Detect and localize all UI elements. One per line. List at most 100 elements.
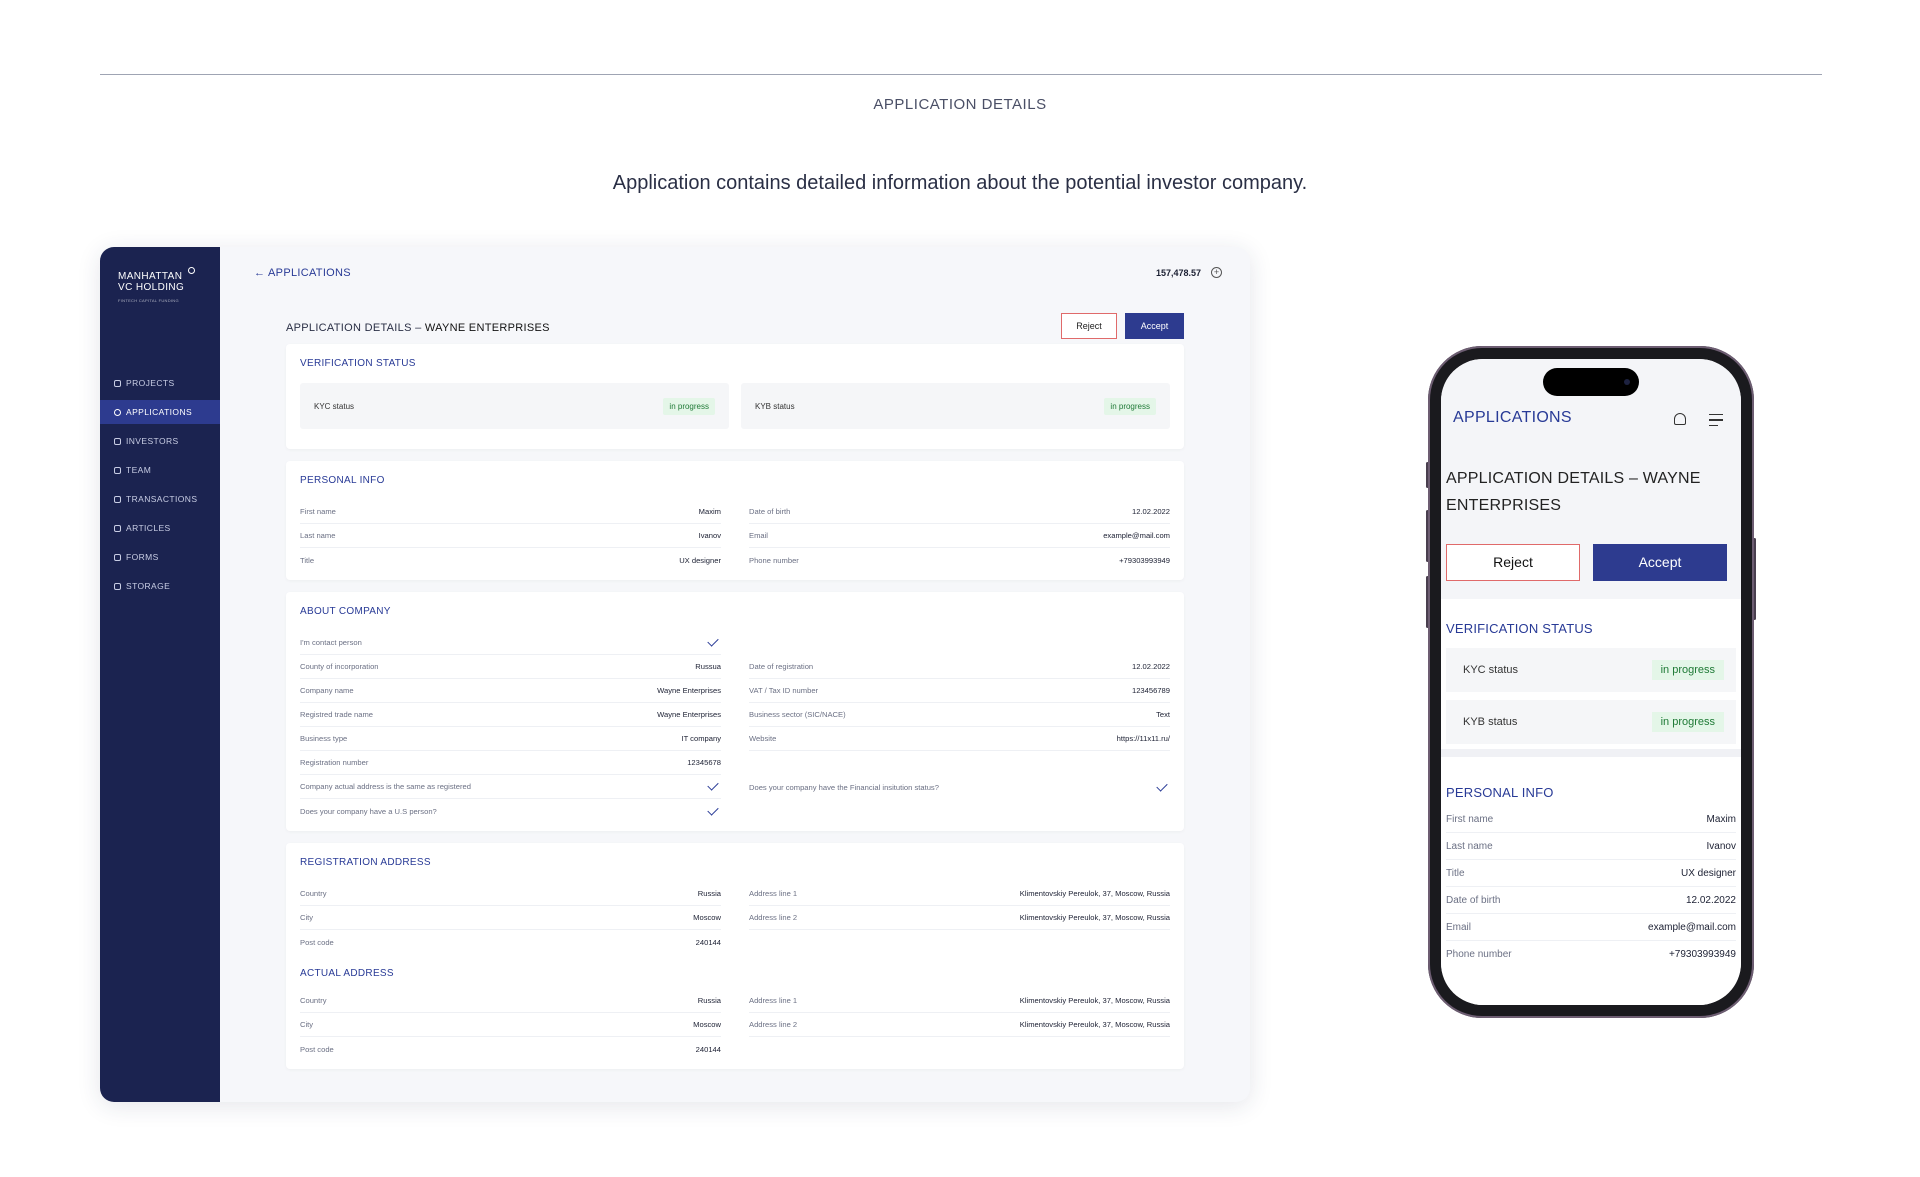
kyb-status: KYB status in progress — [1446, 700, 1736, 744]
field-row: Business sector (SIC/NACE) Text — [749, 703, 1170, 727]
sidebar-nav: PROJECTS APPLICATIONS INVESTORS TEAM TRA… — [100, 371, 220, 603]
home-icon — [114, 379, 121, 387]
sidebar-item-applications[interactable]: APPLICATIONS — [100, 400, 220, 424]
status-badge: in progress — [1651, 712, 1724, 732]
field-row: City Moscow — [300, 1013, 721, 1037]
sidebar-item-articles[interactable]: ARTICLES — [100, 516, 220, 540]
sidebar-item-investors[interactable]: INVESTORS — [100, 429, 220, 453]
card-title: VERIFICATION STATUS — [300, 358, 416, 369]
field-row: First name Maxim — [1446, 806, 1736, 833]
actual-address-title: ACTUAL ADDRESS — [300, 968, 394, 979]
mobile-screen: APPLICATIONS APPLICATION DETAILS – WAYNE… — [1441, 359, 1741, 1005]
field-row: Email example@mail.com — [749, 524, 1170, 548]
main-content: APPLICATION DETAILS – WAYNE ENTERPRISES … — [286, 299, 1184, 1081]
mobile-mockup: APPLICATIONS APPLICATION DETAILS – WAYNE… — [1428, 346, 1754, 1018]
balance-value: 157,478.57 — [1156, 268, 1202, 278]
field-row: Last name Ivanov — [1446, 833, 1736, 860]
sidebar: MANHATTAN VC HOLDING FINTECH CAPITAL FUN… — [100, 247, 220, 1102]
field-row: Does your company have a U.S person? — [300, 799, 721, 823]
field-row — [749, 751, 1170, 775]
field-row: Company name Wayne Enterprises — [300, 679, 721, 703]
field-row: Title UX designer — [300, 555, 721, 565]
field-row: Address line 2 Klimentovskiy Pereulok, 37… — [749, 1013, 1170, 1037]
section-title: APPLICATION DETAILS — [873, 96, 1047, 113]
cloud-icon — [114, 582, 121, 590]
status-badge: in progress — [1651, 660, 1724, 680]
page-header: APPLICATION DETAILS – WAYNE ENTERPRISES … — [286, 299, 1184, 344]
field-row: Date of birth 12.02.2022 — [749, 500, 1170, 524]
field-row: Company actual address is the same as re… — [300, 775, 721, 799]
check-circle-icon — [114, 408, 121, 416]
mobile-app-title: APPLICATIONS — [1453, 409, 1572, 426]
top-divider — [100, 74, 1822, 75]
article-icon — [114, 524, 121, 532]
check-icon — [1156, 779, 1168, 792]
field-row: Does your company have the Financial ins… — [749, 775, 1170, 799]
add-funds-icon[interactable]: + — [1211, 267, 1222, 278]
kyc-status: KYC status in progress — [1446, 648, 1736, 692]
field-row: Phone number +79303993949 — [1446, 949, 1736, 960]
field-row: Address line 1 Klimentovskiy Pereulok, 37… — [749, 882, 1170, 906]
menu-icon[interactable] — [1709, 414, 1723, 430]
card-title: VERIFICATION STATUS — [1446, 621, 1593, 636]
page-title: APPLICATION DETAILS – WAYNE ENTERPRISES — [286, 322, 550, 334]
back-to-applications-link[interactable]: ← APPLICATIONS — [254, 267, 351, 279]
field-row: Date of registration 12.02.2022 — [749, 655, 1170, 679]
sidebar-item-forms[interactable]: FORMS — [100, 545, 220, 569]
field-row: Phone number +79303993949 — [749, 555, 1170, 565]
mobile-page-title: APPLICATION DETAILS – WAYNE ENTERPRISES — [1446, 470, 1701, 514]
field-row: Email example@mail.com — [1446, 914, 1736, 941]
reject-button[interactable]: Reject — [1061, 313, 1117, 339]
team-icon — [114, 466, 121, 474]
status-badge: in progress — [663, 397, 715, 415]
field-row: First name Maxim — [300, 500, 721, 524]
logo: MANHATTAN VC HOLDING FINTECH CAPITAL FUN… — [118, 267, 195, 306]
reject-button[interactable]: Reject — [1446, 544, 1580, 581]
mobile-verification-card: VERIFICATION STATUS KYC status in progres… — [1441, 599, 1741, 749]
desktop-mockup: MANHATTAN VC HOLDING FINTECH CAPITAL FUN… — [100, 247, 1250, 1102]
field-row: Date of birth 12.02.2022 — [1446, 887, 1736, 914]
address-card: REGISTRATION ADDRESS Country Russia City M… — [286, 843, 1184, 1069]
field-row: Registration number 12345678 — [300, 751, 721, 775]
status-badge: in progress — [1104, 397, 1156, 415]
sidebar-item-team[interactable]: TEAM — [100, 458, 220, 482]
camera-icon — [1624, 379, 1630, 385]
check-icon — [707, 779, 719, 791]
field-row: Business type IT company — [300, 727, 721, 751]
form-icon — [114, 553, 121, 561]
accept-button[interactable]: Accept — [1125, 313, 1184, 339]
field-row: City Moscow — [300, 906, 721, 930]
field-row: Country Russia — [300, 882, 721, 906]
field-row: Title UX designer — [1446, 860, 1736, 887]
sidebar-item-transactions[interactable]: TRANSACTIONS — [100, 487, 220, 511]
field-row: Last name Ivanov — [300, 524, 721, 548]
field-row: Post code 240144 — [300, 937, 721, 947]
accept-button[interactable]: Accept — [1593, 544, 1727, 581]
field-row: I'm contact person — [300, 631, 721, 655]
card-title: REGISTRATION ADDRESS — [300, 857, 431, 868]
card-title: ABOUT COMPANY — [300, 606, 391, 617]
field-row: Registred trade name Wayne Enterprises — [300, 703, 721, 727]
field-row: VAT / Tax ID number 123456789 — [749, 679, 1170, 703]
about-company-card: ABOUT COMPANY I'm contact person County … — [286, 592, 1184, 831]
sidebar-item-projects[interactable]: PROJECTS — [100, 371, 220, 395]
field-row: Address line 1 Klimentovskiy Pereulok, 37… — [749, 989, 1170, 1013]
kyc-status: KYC status in progress — [300, 383, 729, 429]
field-row: County of incorporation Russua — [300, 655, 721, 679]
check-icon — [707, 635, 719, 647]
logo-mark-icon — [188, 267, 195, 274]
sidebar-item-storage[interactable]: STORAGE — [100, 574, 220, 598]
kyb-status: KYB status in progress — [741, 383, 1170, 429]
verification-status-card: VERIFICATION STATUS KYC status in progres… — [286, 344, 1184, 449]
card-title: PERSONAL INFO — [1446, 785, 1554, 800]
mobile-personal-info-card: PERSONAL INFO First name Maxim Last name I… — [1441, 757, 1741, 1005]
field-row: Country Russia — [300, 989, 721, 1013]
card-title: PERSONAL INFO — [300, 475, 385, 486]
field-row: Address line 2 Klimentovskiy Pereulok, 37… — [749, 906, 1170, 930]
personal-info-card: PERSONAL INFO First name Maxim Last name I… — [286, 461, 1184, 580]
user-icon — [114, 437, 121, 445]
transfer-icon — [114, 495, 121, 503]
bell-icon[interactable] — [1674, 413, 1686, 425]
section-subtitle: Application contains detailed informatio… — [612, 172, 1308, 194]
topbar: ← APPLICATIONS 157,478.57 + ⌄ — [220, 247, 1250, 299]
